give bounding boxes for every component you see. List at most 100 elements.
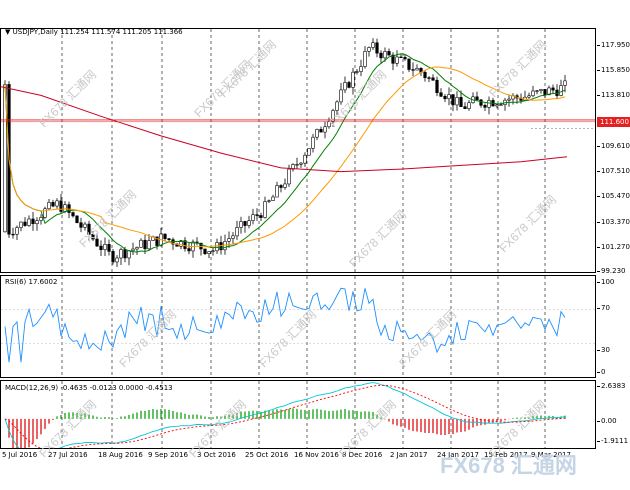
candle-body [19,221,23,228]
rsi-axis: 100 70 30 0 [596,275,630,378]
chart-ohlc-values: 111.254 111.574 111.205 111.366 [60,28,183,36]
candle-body [187,248,191,252]
candle-body [143,239,147,250]
candle-body [559,85,563,96]
candle-body [267,200,271,202]
candle-body [231,235,235,239]
candle-body [15,227,19,235]
candle-body [319,129,323,133]
candle-body [207,251,211,254]
candle-body [139,239,143,248]
price-tick: 99.230 [597,267,626,275]
candle-body [387,51,391,56]
candle-body [119,249,123,259]
candle-body [323,126,327,133]
candle-body [527,95,531,98]
candle-body [499,104,503,106]
candle-body [59,200,63,212]
candle-body [315,129,319,138]
candle-body [79,222,83,228]
price-tick: 109.610 [597,142,630,150]
candle-body [543,89,547,96]
candle-body [51,202,55,207]
macd-label: MACD(12,26,9) -0.4635 -0.0123 0.0000 -0.… [5,384,173,392]
candle-body [379,52,383,59]
candle-body [163,233,167,239]
candle-body [347,82,351,88]
macd-tick: -1.9111 [596,437,629,445]
time-tick: 2 Jan 2017 [390,451,428,459]
rsi-tick: 70 [597,304,610,312]
candle-body [415,68,419,71]
candle-body [371,42,375,48]
rsi-tick: 30 [597,346,610,354]
candle-body [239,221,243,228]
candle-body [299,162,303,165]
price-axis: 117.950 115.850 113.810 109.610 107.510 … [597,28,630,275]
candle-body [235,227,239,237]
ma-long-line [1,86,568,173]
candle-body [99,245,103,250]
candle-body [123,249,127,259]
candle-body [483,104,487,108]
candle-body [535,90,539,92]
candle-body [439,92,443,97]
dropdown-arrow-icon[interactable]: ▼ [5,28,10,36]
candle-body [255,214,259,216]
candle-body [495,104,499,107]
candle-body [111,251,115,263]
candle-body [39,217,43,221]
candle-body [47,202,51,210]
candle-body [131,248,135,251]
candle-body [203,248,207,254]
candle-body [167,238,171,240]
candle-body [55,200,59,207]
candle-body [135,247,139,250]
candle-body [251,214,255,221]
candle-body [215,242,219,252]
candle-body [263,201,267,218]
candle-body [311,136,315,149]
ma-mid-line [4,66,566,248]
macd-tick: 0.00 [597,417,617,425]
candle-body [343,82,347,91]
candle-body [355,71,359,73]
candle-body [407,58,411,70]
candle-body [395,56,399,64]
candle-body [443,96,447,100]
candle-body [459,97,463,108]
candle-body [487,100,491,108]
current-price-marker: 111.600 [597,117,630,127]
price-tick: 101.270 [597,243,630,251]
candle-body [463,106,467,109]
price-tick: 105.470 [597,192,630,200]
candle-body [71,212,75,217]
price-tick: 107.510 [597,167,630,175]
candle-body [375,42,379,54]
candle-body [303,154,307,164]
candle-body [11,233,15,236]
candle-body [363,51,367,67]
price-tick: 117.950 [597,41,630,49]
candle-body [563,80,567,86]
candle-body [127,250,131,259]
candle-body [115,257,119,263]
candle-body [423,71,427,79]
time-tick: 5 Jul 2016 [2,451,38,459]
rsi-label: RSI(6) 17.6002 [5,278,58,286]
candle-body [295,164,299,166]
candle-body [383,51,387,59]
candle-body [411,69,415,71]
candle-body [75,215,79,224]
price-tick: 115.850 [597,66,630,74]
candle-body [271,196,275,201]
chart-symbol-label: USDJPY,Daily [12,28,58,36]
candle-body [479,99,483,106]
candle-body [447,94,451,100]
candle-body [403,57,407,60]
fx678-logo: FX678 汇通网 [440,453,577,478]
candle-body [103,244,107,250]
price-tick: 113.810 [597,91,630,99]
candle-body [31,218,35,225]
rsi-tick: 0 [596,368,606,376]
